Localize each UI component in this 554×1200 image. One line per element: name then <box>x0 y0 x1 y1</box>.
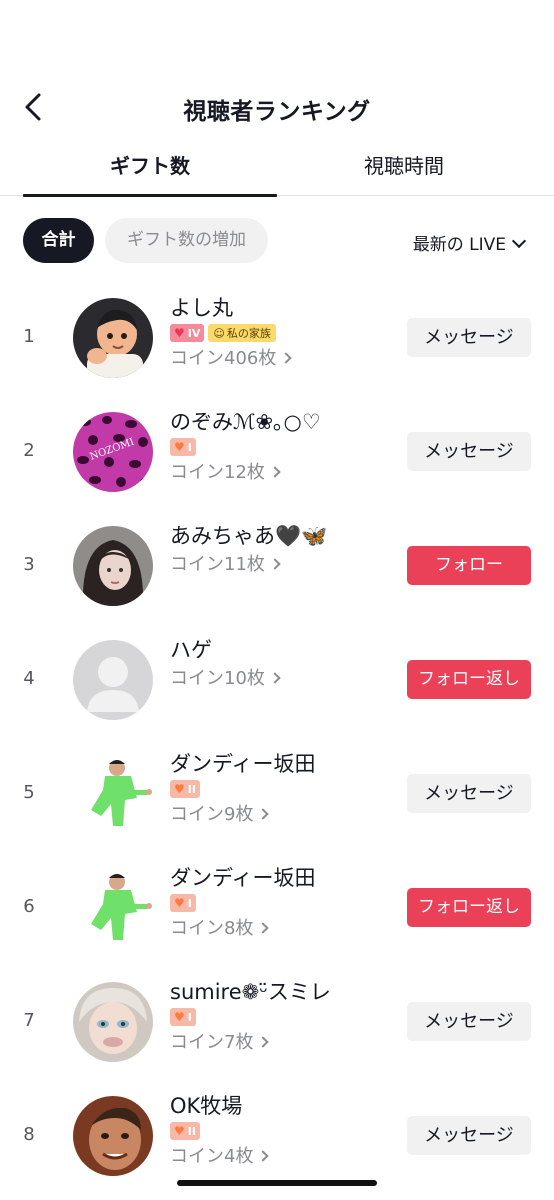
coin-count[interactable]: コイン11枚 <box>170 552 400 578</box>
filter-increase-chip[interactable]: ギフト数の増加 <box>105 218 268 263</box>
viewer-info: ダンディー坂田 ♥ I コイン8枚 <box>170 864 400 942</box>
viewer-info: sumire❁ᵕ̈スミレ ♥ I コイン7枚 <box>170 978 400 1056</box>
viewer-name: ダンディー坂田 <box>170 866 316 890</box>
badge-group: ♥ I <box>170 894 400 914</box>
message-button[interactable]: メッセージ <box>407 432 531 471</box>
message-button[interactable]: メッセージ <box>407 1116 531 1155</box>
message-button[interactable]: メッセージ <box>407 774 531 813</box>
list-item[interactable]: 5 ダンディー坂田 ♥ II コイン9枚 メッセージ <box>0 736 554 850</box>
list-item[interactable]: 2 NOZOMI のぞみℳ❀｡○♡ ♥ I コイン12枚 メッセージ <box>0 394 554 508</box>
avatar[interactable] <box>73 526 153 606</box>
rank-number: 1 <box>23 326 35 347</box>
viewer-name: あみちゃあ🖤🦋 <box>170 524 328 548</box>
viewer-info: のぞみℳ❀｡○♡ ♥ I コイン12枚 <box>170 408 400 486</box>
rank-number: 7 <box>23 1010 35 1031</box>
follow-back-button[interactable]: フォロー返し <box>407 888 531 927</box>
viewer-name: よし丸 <box>170 296 233 320</box>
chevron-right-icon <box>280 352 293 364</box>
avatar[interactable] <box>73 298 153 378</box>
badge-group: ♥ II <box>170 1122 400 1142</box>
viewer-name: ダンディー坂田 <box>170 752 316 776</box>
rank-number: 4 <box>23 668 35 689</box>
chevron-right-icon <box>257 922 270 934</box>
chevron-right-icon <box>269 558 281 570</box>
list-item[interactable]: 7 sumire❁ᵕ̈スミレ ♥ I コイン7枚 メッセージ <box>0 964 554 1078</box>
avatar[interactable] <box>73 982 153 1062</box>
coin-count[interactable]: コイン10枚 <box>170 666 400 692</box>
filter-total-chip[interactable]: 合計 <box>23 218 94 263</box>
gifter-level-badge: ♥ II <box>170 780 200 798</box>
list-item[interactable]: 4 ハゲ コイン10枚 フォロー返し <box>0 622 554 736</box>
viewer-info: よし丸 ♥ IV ☺ 私の家族 コイン406枚 <box>170 294 400 372</box>
active-tab-indicator <box>23 194 277 197</box>
tab-gifts[interactable]: ギフト数 <box>23 150 277 179</box>
rank-number: 2 <box>23 440 35 461</box>
avatar[interactable]: NOZOMI <box>73 412 153 492</box>
viewer-info: あみちゃあ🖤🦋 コイン11枚 <box>170 522 400 578</box>
badge-group: ♥ IV ☺ 私の家族 <box>170 324 400 344</box>
heart-icon: ♥ <box>174 782 185 796</box>
heart-icon: ♥ <box>174 326 185 340</box>
period-label: 最新の LIVE <box>412 235 506 255</box>
coin-count[interactable]: コイン7枚 <box>170 1030 400 1056</box>
avatar[interactable] <box>73 1096 153 1176</box>
rank-number: 3 <box>23 554 35 575</box>
list-item[interactable]: 1 よし丸 ♥ IV ☺ 私の家族 コイン406枚 メッセージ <box>0 280 554 394</box>
avatar[interactable] <box>73 754 153 834</box>
badge-group: ♥ I <box>170 438 400 458</box>
family-badge: ☺ 私の家族 <box>208 324 276 342</box>
rank-number: 5 <box>23 782 35 803</box>
viewer-name: OK牧場 <box>170 1094 243 1118</box>
chevron-right-icon <box>257 1036 270 1048</box>
heart-icon: ♥ <box>174 896 185 910</box>
heart-icon: ♥ <box>174 1010 185 1024</box>
viewer-name: のぞみℳ❀｡○♡ <box>170 410 321 434</box>
chevron-down-icon <box>511 233 527 249</box>
follow-button[interactable]: フォロー <box>407 546 531 585</box>
coin-count[interactable]: コイン406枚 <box>170 346 400 372</box>
period-dropdown[interactable]: 最新の LIVE <box>412 230 527 255</box>
coin-count[interactable]: コイン9枚 <box>170 802 400 828</box>
avatar[interactable] <box>73 868 153 948</box>
default-avatar-icon[interactable] <box>73 640 153 720</box>
list-item[interactable]: 8 OK牧場 ♥ II コイン4枚 メッセージ <box>0 1078 554 1192</box>
heart-icon: ♥ <box>174 440 185 454</box>
gifter-level-badge: ♥ I <box>170 438 196 456</box>
chevron-right-icon <box>269 672 281 684</box>
tab-watch-time[interactable]: 視聴時間 <box>277 150 531 179</box>
gifter-level-badge: ♥ II <box>170 1122 200 1140</box>
page-title: 視聴者ランキング <box>183 99 371 125</box>
list-item[interactable]: 6 ダンディー坂田 ♥ I コイン8枚 フォロー返し <box>0 850 554 964</box>
list-item[interactable]: 3 あみちゃあ🖤🦋 コイン11枚 フォロー <box>0 508 554 622</box>
follow-back-button[interactable]: フォロー返し <box>407 660 531 699</box>
viewer-name: sumire❁ᵕ̈スミレ <box>170 980 331 1004</box>
chevron-right-icon <box>257 1150 270 1162</box>
gifter-level-badge: ♥ I <box>170 894 196 912</box>
viewer-info: ダンディー坂田 ♥ II コイン9枚 <box>170 750 400 828</box>
viewer-info: OK牧場 ♥ II コイン4枚 <box>170 1092 400 1170</box>
chevron-right-icon <box>257 808 270 820</box>
family-icon: ☺ <box>213 326 225 340</box>
tab-bar: ギフト数 視聴時間 <box>0 140 554 197</box>
badge-group: ♥ I <box>170 1008 400 1028</box>
rank-number: 8 <box>23 1124 35 1145</box>
home-indicator[interactable] <box>177 1180 377 1186</box>
message-button[interactable]: メッセージ <box>407 318 531 357</box>
filter-bar: 合計 ギフト数の増加 最新の LIVE <box>0 218 554 264</box>
heart-icon: ♥ <box>174 1124 185 1138</box>
gifter-level-badge: ♥ I <box>170 1008 196 1026</box>
message-button[interactable]: メッセージ <box>407 1002 531 1041</box>
badge-group: ♥ II <box>170 780 400 800</box>
chevron-right-icon <box>269 466 281 478</box>
header: 視聴者ランキング <box>0 82 554 132</box>
viewer-info: ハゲ コイン10枚 <box>170 636 400 692</box>
coin-count[interactable]: コイン4枚 <box>170 1144 400 1170</box>
viewer-name: ハゲ <box>170 638 212 662</box>
gifter-level-badge: ♥ IV <box>170 324 205 342</box>
coin-count[interactable]: コイン12枚 <box>170 460 400 486</box>
coin-count[interactable]: コイン8枚 <box>170 916 400 942</box>
rank-number: 6 <box>23 896 35 917</box>
